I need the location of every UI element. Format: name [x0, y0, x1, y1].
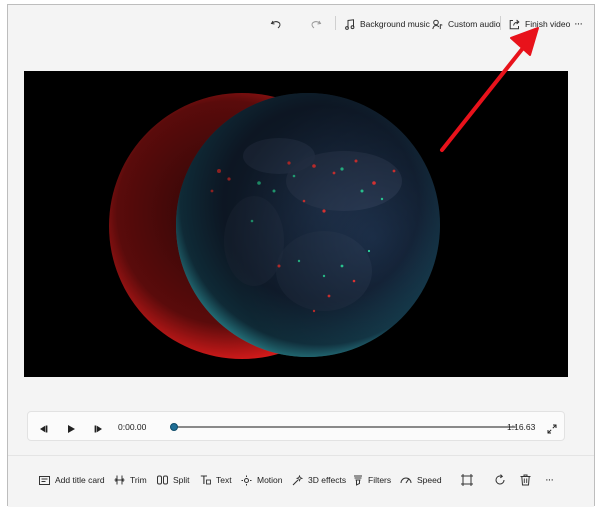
rotate-button[interactable]	[494, 472, 506, 488]
motion-label: Motion	[257, 475, 283, 485]
trim-button[interactable]: Trim	[114, 472, 147, 488]
custom-audio-label: Custom audio	[448, 19, 501, 29]
trim-icon	[114, 475, 125, 485]
toolbar-divider	[500, 16, 501, 30]
speed-icon	[400, 477, 412, 484]
add-title-card-button[interactable]: Add title card	[39, 472, 105, 488]
next-frame-button[interactable]	[94, 421, 104, 439]
expand-icon	[547, 424, 557, 434]
filters-icon	[354, 475, 362, 486]
finish-video-label: Finish video	[525, 19, 571, 29]
more-options-button[interactable]: ···	[574, 14, 583, 34]
playback-bar: 0:00.00 1:16.63	[27, 411, 565, 441]
more-icon: ···	[545, 474, 554, 486]
total-time: 1:16.63	[507, 422, 536, 432]
timeline-scrubber[interactable]	[170, 423, 178, 431]
current-time: 0:00.00	[118, 422, 147, 432]
rotate-icon	[495, 474, 505, 485]
fullscreen-button[interactable]	[547, 421, 557, 439]
play-button[interactable]	[66, 421, 76, 439]
filters-label: Filters	[368, 475, 392, 485]
background-music-label: Background music	[360, 19, 430, 29]
title-card-icon	[39, 475, 50, 485]
motion-icon	[241, 475, 252, 485]
custom-audio-icon	[432, 19, 443, 29]
3d-effects-button[interactable]: 3D effects	[292, 472, 346, 488]
undo-button[interactable]	[270, 14, 282, 34]
finish-video-button[interactable]: Finish video	[509, 14, 570, 34]
redo-icon	[311, 20, 322, 29]
play-icon	[68, 425, 75, 433]
trim-label: Trim	[130, 475, 147, 485]
undo-icon	[270, 20, 281, 29]
previous-frame-button[interactable]	[38, 421, 48, 439]
video-preview[interactable]	[24, 71, 568, 377]
timeline-track[interactable]	[174, 426, 516, 428]
speed-label: Speed	[417, 475, 442, 485]
filters-button[interactable]: Filters	[353, 472, 391, 488]
background-music-button[interactable]: Background music	[345, 14, 430, 34]
skip-forward-icon	[94, 425, 102, 433]
redo-button[interactable]	[310, 14, 322, 34]
3d-effects-label: 3D effects	[308, 475, 347, 485]
skip-back-icon	[40, 425, 48, 433]
text-button[interactable]: Text	[200, 472, 232, 488]
toolbar-divider	[335, 16, 336, 30]
more-tools-button[interactable]: ···	[545, 472, 554, 488]
crop-button[interactable]	[461, 472, 473, 488]
top-toolbar: Background music Custom audio Finish vid…	[8, 5, 594, 41]
text-label: Text	[216, 475, 232, 485]
speed-button[interactable]: Speed	[400, 472, 442, 488]
delete-button[interactable]	[520, 472, 531, 488]
export-icon	[509, 19, 520, 29]
editing-tools-bar: Add title card Trim Split Text Motion 3D…	[8, 455, 594, 507]
add-title-card-label: Add title card	[55, 475, 105, 485]
trash-icon	[520, 474, 531, 486]
music-note-icon	[345, 18, 355, 30]
text-icon	[200, 475, 211, 485]
video-editor-window: Background music Custom audio Finish vid…	[7, 4, 595, 507]
motion-button[interactable]: Motion	[241, 472, 283, 488]
more-icon: ···	[574, 18, 583, 30]
custom-audio-button[interactable]: Custom audio	[432, 14, 500, 34]
crop-icon	[461, 474, 473, 486]
split-icon	[157, 475, 168, 485]
3d-effects-icon	[292, 474, 303, 485]
earth-anaglyph-image	[109, 93, 440, 359]
split-button[interactable]: Split	[157, 472, 190, 488]
split-label: Split	[173, 475, 190, 485]
